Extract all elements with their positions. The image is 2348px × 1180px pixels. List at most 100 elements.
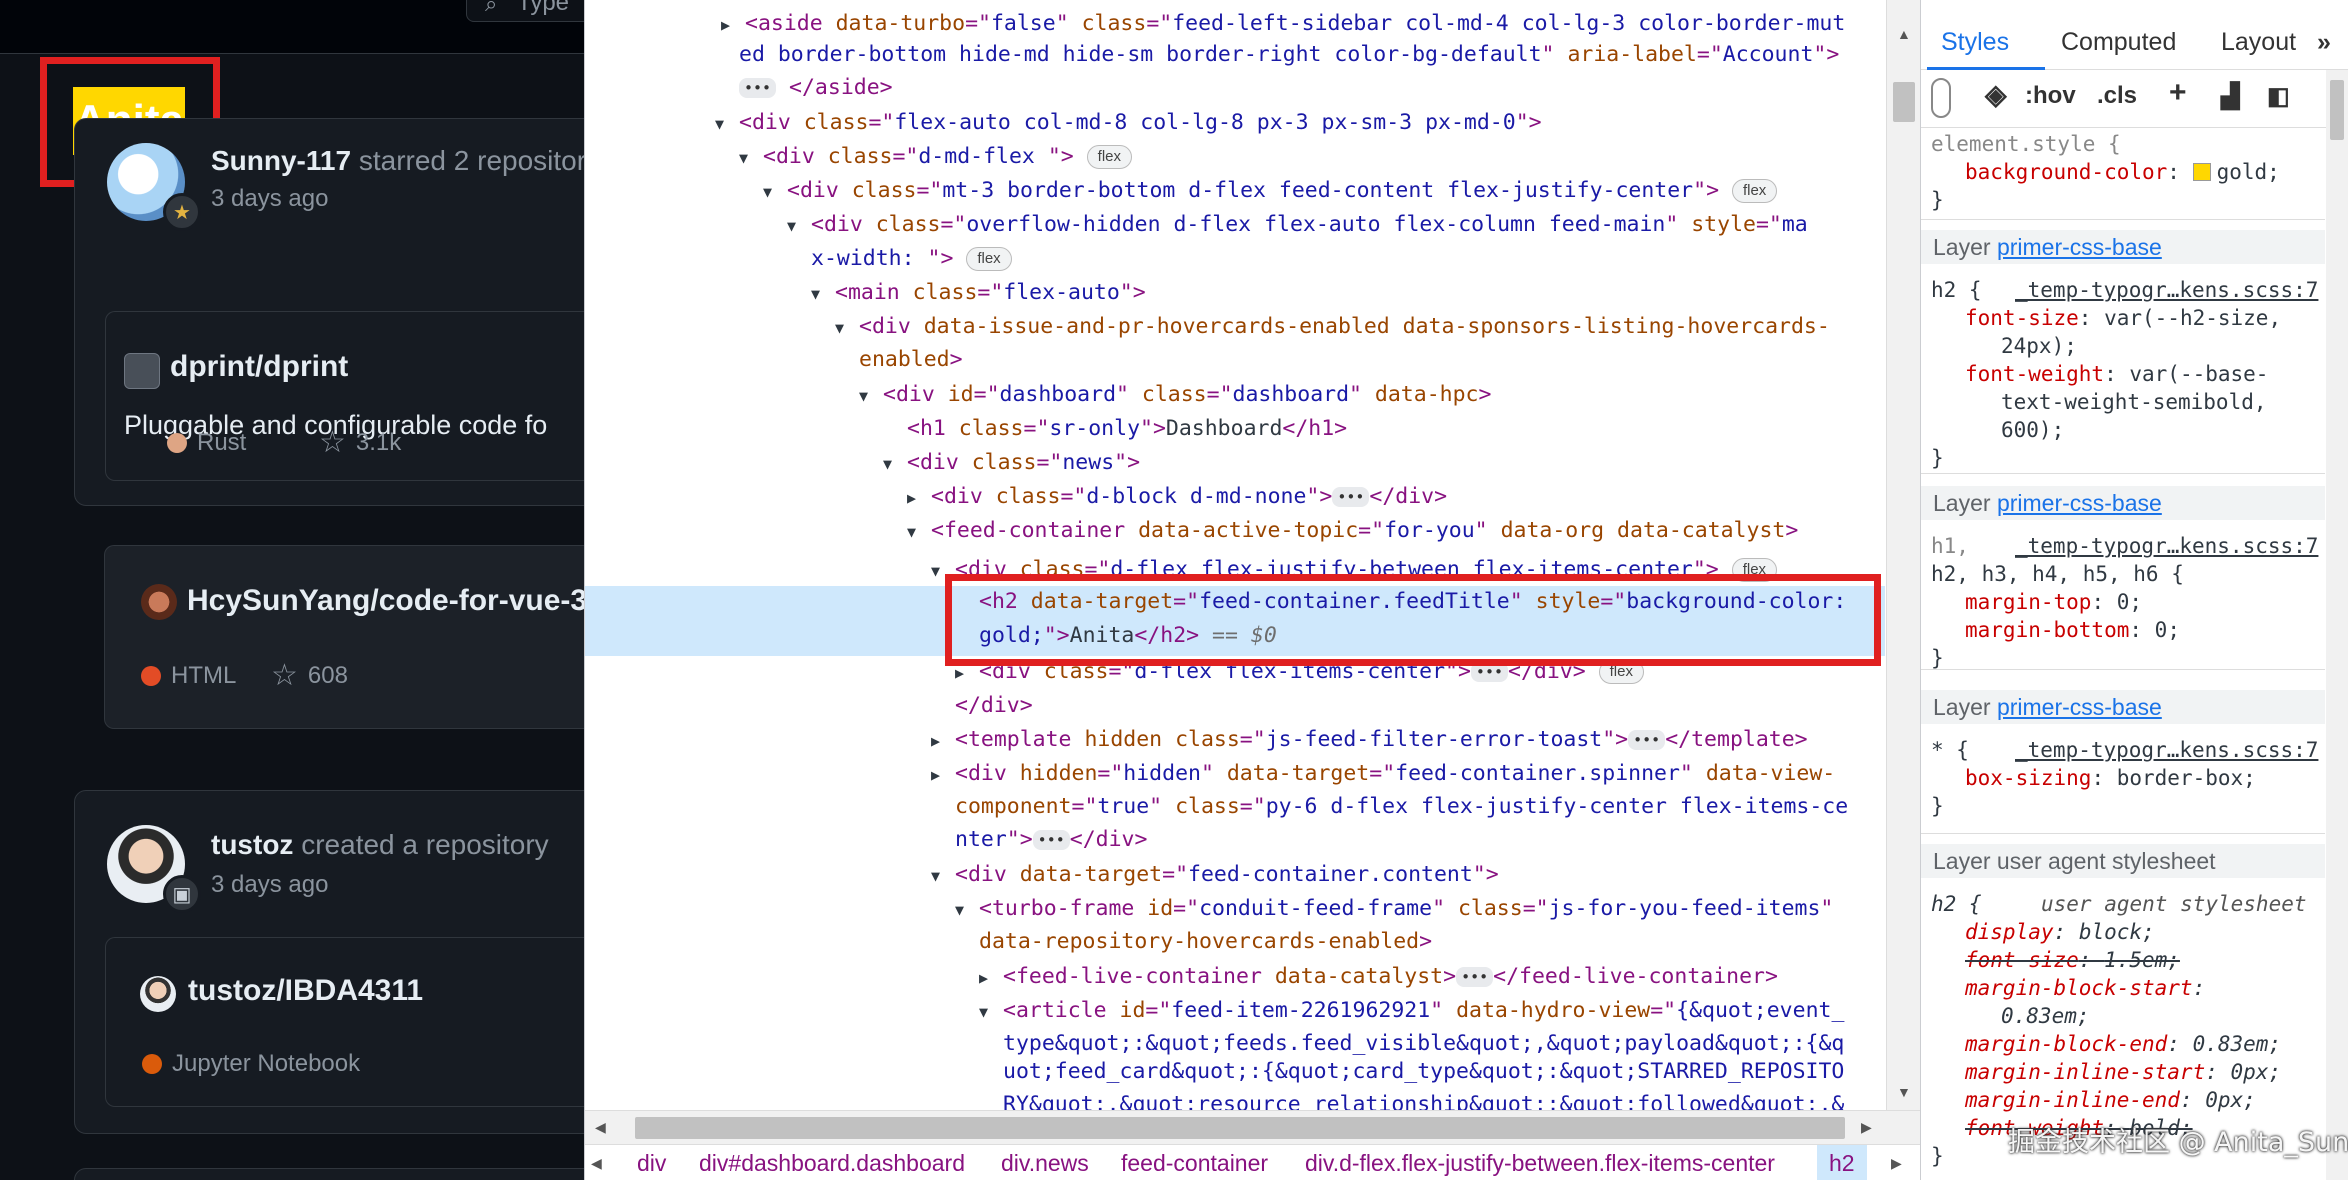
color-swatch-icon[interactable]	[2192, 163, 2211, 181]
repo-card[interactable]: tustoz/IBDA4311 Jupyter Notebook	[105, 937, 584, 1107]
expand-triangle-icon[interactable]: ▶	[721, 8, 745, 42]
style-declaration[interactable]: font-weight: var(--base-	[1965, 360, 2268, 388]
source-link[interactable]: _temp-typogr…kens.scss:7	[2015, 276, 2318, 304]
repo-link[interactable]: HcySunYang/code-for-vue-3-bo	[187, 584, 584, 618]
scroll-up-icon[interactable]: ▲	[1897, 26, 1911, 42]
expand-triangle-icon[interactable]: ▶	[931, 724, 955, 758]
more-tabs-icon[interactable]: »	[2317, 28, 2331, 57]
feed-user-link[interactable]: Sunny-117	[211, 145, 351, 176]
dom-node[interactable]: ▶ <div hidden="hidden" data-target="feed-…	[931, 757, 1835, 791]
tab-styles[interactable]: Styles	[1941, 28, 2009, 57]
layer-link[interactable]: primer-css-base	[1997, 234, 2162, 260]
dom-node[interactable]: ▼ <div class="flex-auto col-md-8 col-lg-8…	[715, 106, 1542, 140]
style-value-cont: 600);	[2001, 418, 2065, 442]
layers-icon[interactable]: ◈	[1985, 78, 2007, 111]
star-icon: ★	[163, 193, 201, 231]
styles-scrollbar[interactable]	[2326, 70, 2348, 1180]
flex-badge[interactable]: flex	[1086, 145, 1132, 169]
dom-node[interactable]: ▼ <article id="feed-item-2261962921" data…	[979, 994, 1844, 1028]
style-declaration[interactable]: margin-top: 0;	[1965, 588, 2142, 616]
dom-node[interactable]: ▼ <div data-issue-and-pr-hovercards-enabl…	[835, 310, 1830, 344]
repo-avatar-icon	[124, 353, 160, 389]
collapse-triangle-icon[interactable]: ▼	[907, 515, 931, 549]
ellipsis-icon[interactable]: •••	[1456, 967, 1494, 987]
tab-layout[interactable]: Layout	[2221, 28, 2296, 57]
breadcrumb-item-active[interactable]: h2	[1817, 1145, 1867, 1180]
dom-node[interactable]: ▼ <div class="overflow-hidden d-flex flex…	[787, 208, 1808, 242]
dom-node[interactable]: ▼ <feed-container data-active-topic="for-…	[907, 514, 1798, 548]
collapse-triangle-icon[interactable]: ▼	[931, 859, 955, 893]
collapse-triangle-icon[interactable]: ▼	[955, 893, 979, 927]
collapse-triangle-icon[interactable]: ▼	[835, 311, 859, 345]
hov-button[interactable]: :hov	[2025, 82, 2076, 110]
breadcrumb-right-icon[interactable]: ▶	[1891, 1155, 1902, 1172]
scrollbar-thumb[interactable]	[635, 1117, 1845, 1139]
add-rule-icon[interactable]: +	[2169, 76, 2187, 110]
repo-stars[interactable]: ☆ 608	[271, 658, 348, 693]
horizontal-scrollbar[interactable]: ◀ ▶	[585, 1110, 1920, 1144]
breadcrumb-item[interactable]: feed-container	[1121, 1150, 1268, 1177]
dom-node[interactable]: ▶ <aside data-turbo="false" class="feed-l…	[721, 7, 1845, 41]
dom-node[interactable]: ▼ <main class="flex-auto">	[811, 276, 1146, 310]
dom-node-cont: nter"> ••• </div>	[955, 827, 1148, 852]
vertical-scrollbar[interactable]: ▲ ▼	[1886, 0, 1920, 1110]
breadcrumb-item[interactable]: div	[637, 1150, 666, 1177]
flex-badge[interactable]: flex	[1731, 179, 1778, 203]
dom-node[interactable]: ▼ <div data-target="feed-container.conten…	[931, 858, 1499, 892]
dom-node[interactable]: ▶ <template hidden class="js-feed-filter-…	[931, 723, 1808, 757]
flex-badge[interactable]: flex	[966, 247, 1012, 271]
repo-link[interactable]: tustoz/IBDA4311	[188, 974, 423, 1008]
scroll-left-icon[interactable]: ◀	[595, 1119, 606, 1136]
collapse-triangle-icon[interactable]: ▼	[811, 277, 835, 311]
repo-card[interactable]: HcySunYang/code-for-vue-3-bo HTML ☆ 608	[104, 545, 584, 729]
layer-link[interactable]: primer-css-base	[1997, 694, 2162, 720]
style-declaration[interactable]: font-size: var(--h2-size,	[1965, 304, 2281, 332]
collapse-triangle-icon[interactable]: ▼	[979, 995, 1003, 1029]
scrollbar-thumb[interactable]	[2330, 80, 2344, 140]
scroll-down-icon[interactable]: ▼	[1897, 1084, 1911, 1100]
style-declaration[interactable]: margin-bottom: 0;	[1965, 616, 2180, 644]
expand-triangle-icon[interactable]: ▶	[931, 758, 955, 792]
breadcrumb-item[interactable]: div#dashboard.dashboard	[699, 1150, 965, 1177]
breadcrumb-left-icon[interactable]: ◀	[591, 1155, 602, 1172]
breadcrumb-item[interactable]: div.news	[1001, 1150, 1089, 1177]
breadcrumb-item[interactable]: div.d-flex.flex-justify-between.flex-ite…	[1305, 1150, 1775, 1177]
feed-user-link[interactable]: tustoz	[211, 829, 293, 860]
collapse-triangle-icon[interactable]: ▼	[739, 141, 763, 175]
collapse-triangle-icon[interactable]: ▼	[715, 107, 739, 141]
ellipsis-icon[interactable]: •••	[1032, 830, 1070, 850]
search-input[interactable]: ⌕ Type	[466, 0, 584, 22]
cls-button[interactable]: .cls	[2097, 82, 2137, 110]
ellipsis-icon[interactable]: •••	[1628, 730, 1666, 750]
scrollbar-thumb[interactable]	[1893, 82, 1915, 122]
source-link[interactable]: _temp-typogr…kens.scss:7	[2015, 532, 2318, 560]
toggle-sidebar-icon[interactable]: ◧	[2267, 82, 2290, 111]
scroll-right-icon[interactable]: ▶	[1861, 1119, 1872, 1136]
dom-node[interactable]: ▼ <div id="dashboard" class="dashboard" d…	[859, 378, 1491, 412]
paint-icon[interactable]: ▟	[2221, 82, 2239, 111]
layer-link[interactable]: primer-css-base	[1997, 490, 2162, 516]
expand-triangle-icon[interactable]: ▶	[979, 961, 1003, 995]
style-declaration[interactable]: box-sizing: border-box;	[1965, 764, 2256, 792]
source-link[interactable]: _temp-typogr…kens.scss:7	[2015, 736, 2318, 764]
repo-stars[interactable]: ☆ 3.1k	[319, 425, 401, 460]
collapse-triangle-icon[interactable]: ▼	[859, 379, 883, 413]
dom-node[interactable]: ▶ <div class="d-block d-md-none"> ••• </div…	[907, 480, 1447, 514]
ellipsis-icon[interactable]: •••	[1332, 487, 1370, 507]
tab-computed[interactable]: Computed	[2061, 28, 2176, 57]
ellipsis-icon[interactable]: •••	[739, 78, 777, 98]
collapse-triangle-icon[interactable]: ▼	[883, 447, 907, 481]
collapse-triangle-icon[interactable]: ▼	[787, 209, 811, 243]
expand-triangle-icon[interactable]: ▶	[907, 481, 931, 515]
style-declaration[interactable]: background-color: gold;	[1965, 158, 2280, 186]
dom-node[interactable]: ▶ <feed-live-container data-catalyst> ••• <…	[979, 960, 1778, 994]
repo-link[interactable]: dprint/dprint	[170, 350, 348, 384]
breadcrumb: ◀ div div#dashboard.dashboard div.news f…	[585, 1144, 1920, 1180]
filter-input[interactable]	[1931, 78, 1951, 118]
dom-node[interactable]: ▼ <div class="news">	[883, 446, 1140, 480]
dom-node[interactable]: ▼ <turbo-frame id="conduit-feed-frame" cl…	[955, 892, 1833, 926]
dom-node[interactable]: ▼ <div class="mt-3 border-bottom d-flex f…	[763, 174, 1778, 209]
dom-node[interactable]: <h1 class="sr-only">Dashboard</h1>	[907, 412, 1347, 446]
dom-node[interactable]: ▼ <div class="d-md-flex "> flex	[739, 140, 1132, 174]
collapse-triangle-icon[interactable]: ▼	[763, 175, 787, 209]
